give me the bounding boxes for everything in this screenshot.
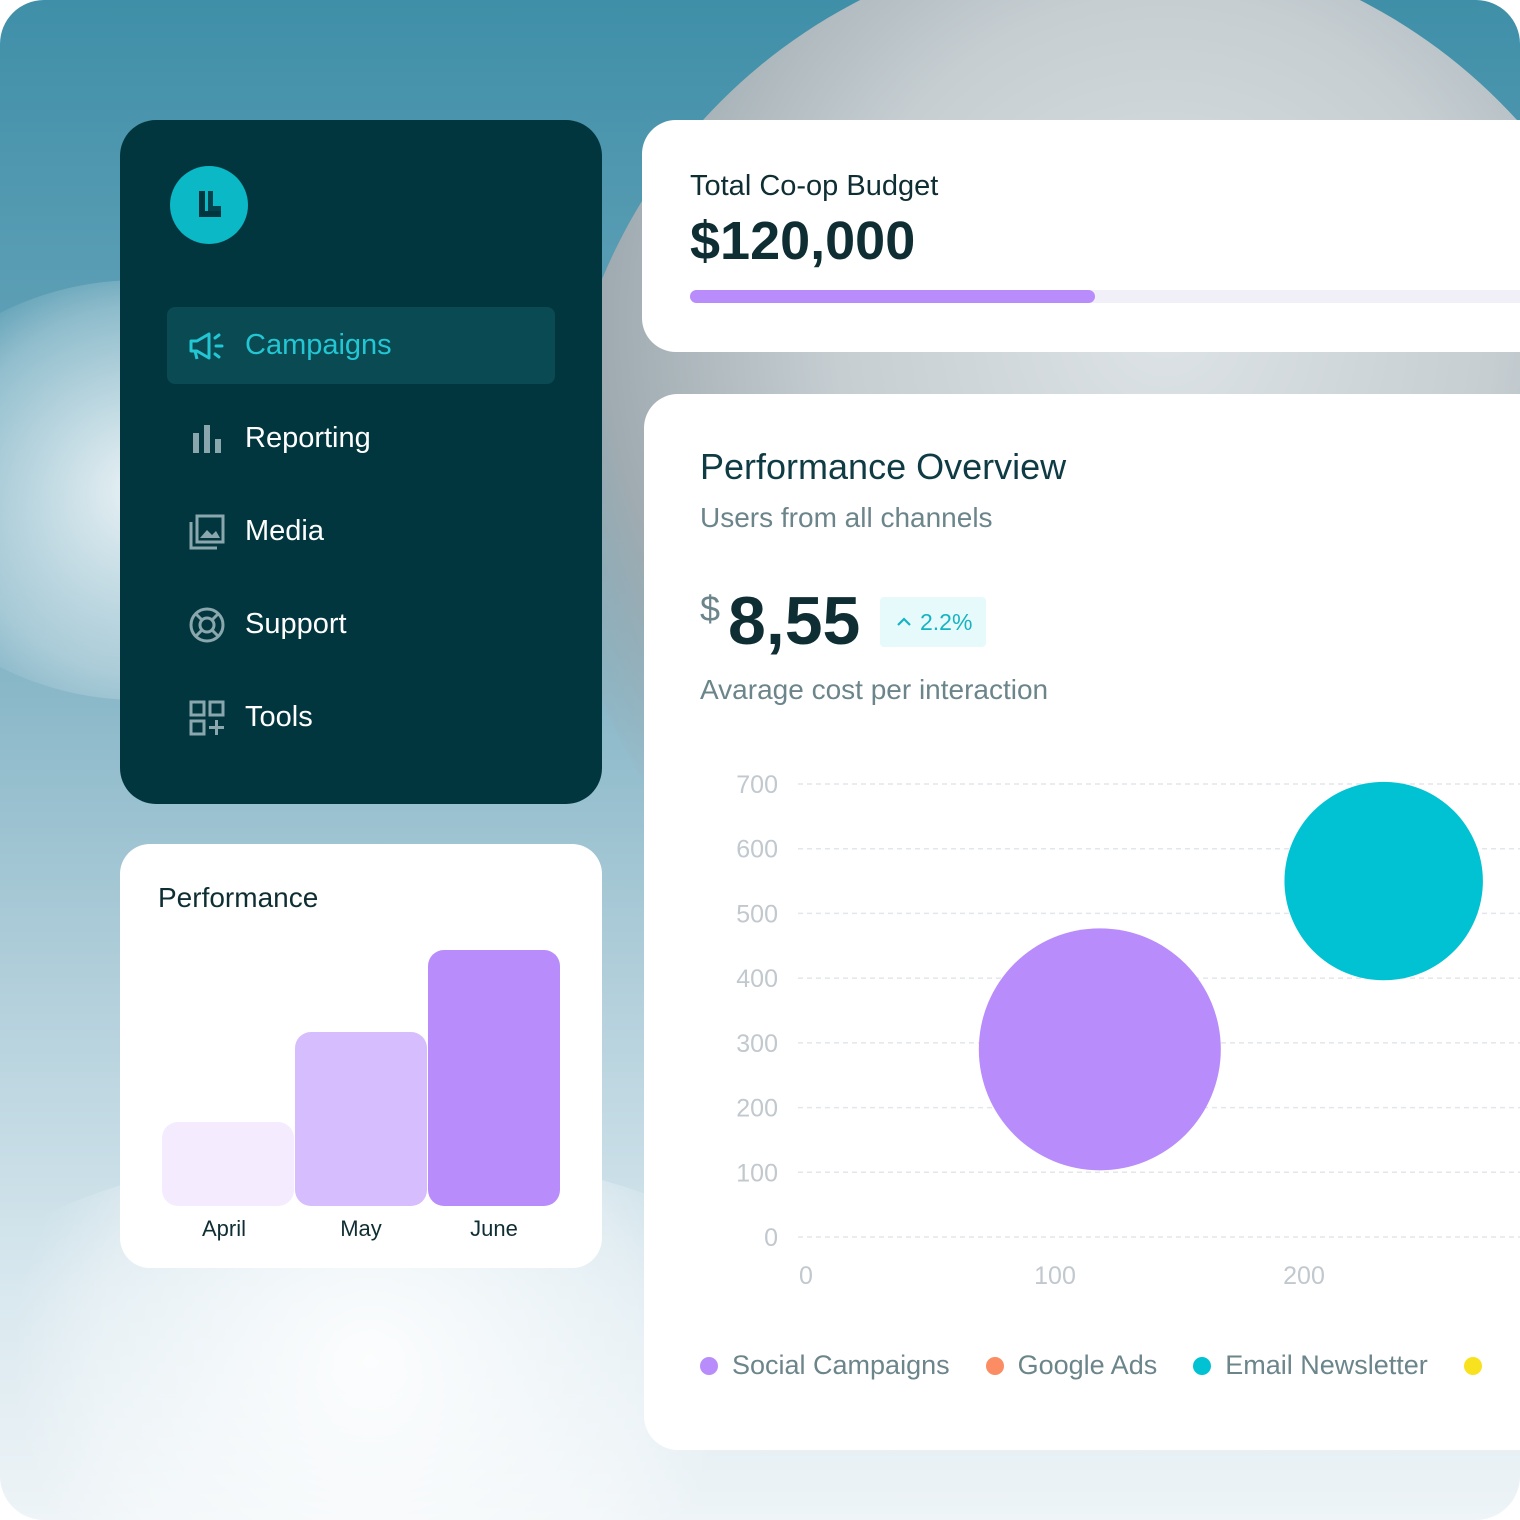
bubble-email-newsletter[interactable] <box>1284 781 1483 981</box>
legend-label: Email Newsletter <box>1225 1350 1428 1380</box>
sidebar-item-campaigns[interactable]: Campaigns <box>167 307 555 384</box>
chart-legend: Social Campaigns Google Ads Email Newslett… <box>700 1350 1520 1381</box>
currency-symbol: $ <box>700 588 721 629</box>
sidebar-item-media[interactable]: Media <box>167 493 555 570</box>
bar-label: June <box>470 1216 518 1241</box>
overview-subtitle: Users from all channels <box>700 502 993 533</box>
legend-dot <box>1463 1356 1482 1375</box>
y-tick-label: 500 <box>736 900 778 928</box>
overview-title: Performance Overview <box>700 446 1067 487</box>
sidebar-item-label: Campaigns <box>245 329 392 361</box>
y-tick-label: 200 <box>736 1095 778 1123</box>
change-badge: 2.2% <box>880 597 987 647</box>
x-tick-label: 0 <box>799 1262 813 1290</box>
bar-april <box>162 1121 294 1206</box>
bar-june <box>428 950 560 1206</box>
sidebar-item-support[interactable]: Support <box>167 586 555 663</box>
arrow-up-icon <box>897 617 911 626</box>
y-tick-label: 700 <box>736 771 778 799</box>
budget-progress-fill <box>690 290 1095 303</box>
y-tick-label: 400 <box>736 965 778 993</box>
performance-overview-card: Performance Overview Users from all chan… <box>644 394 1520 1450</box>
legend-item[interactable]: Social Campaigns <box>700 1350 950 1381</box>
legend-label: Social Campaigns <box>732 1350 950 1380</box>
sidebar-item-label: Reporting <box>245 422 371 454</box>
y-tick-label: 300 <box>736 1030 778 1058</box>
sidebar-item-tools[interactable]: Tools <box>167 679 555 756</box>
budget-title: Total Co-op Budget <box>690 170 939 202</box>
legend-item[interactable] <box>1463 1356 1496 1375</box>
legend-dot <box>985 1356 1004 1375</box>
bubble-chart: 700 600 500 400 300 200 100 00 100 200 <box>736 771 1520 1290</box>
y-tick-label: 0 <box>764 1224 778 1252</box>
y-tick-label: 600 <box>736 836 778 864</box>
background: Campaigns Reporting Media Support Tools … <box>0 0 1520 1520</box>
megaphone-icon <box>187 326 227 366</box>
metric-value: 8,55 <box>728 583 861 659</box>
legend-item[interactable]: Google Ads <box>985 1350 1158 1381</box>
budget-value: $120,000 <box>690 211 916 271</box>
sidebar-item-label: Media <box>245 515 324 547</box>
bar-may <box>295 1031 427 1206</box>
x-tick-label: 100 <box>1034 1262 1076 1290</box>
legend-dot <box>1193 1356 1212 1375</box>
sidebar-item-reporting[interactable]: Reporting <box>167 400 555 477</box>
sidebar: Campaigns Reporting Media Support Tools <box>120 120 602 804</box>
sidebar-item-label: Tools <box>245 701 313 733</box>
legend-dot <box>700 1356 718 1375</box>
grid-add-icon <box>187 698 227 738</box>
performance-title: Performance <box>158 882 319 913</box>
y-tick-label: 100 <box>736 1159 778 1187</box>
budget-card: Total Co-op Budget $120,000 <box>642 120 1520 352</box>
bubble-social-campaigns[interactable] <box>978 928 1221 1171</box>
sidebar-item-label: Support <box>245 608 347 640</box>
metric-caption: Avarage cost per interaction <box>700 674 1049 705</box>
budget-progress-bar <box>690 290 1520 303</box>
lifebuoy-icon <box>187 605 227 645</box>
bar-label: May <box>340 1216 382 1241</box>
x-tick-label: 200 <box>1283 1262 1325 1290</box>
performance-card: Performance April May June <box>120 844 602 1268</box>
legend-item[interactable]: Email Newsletter <box>1193 1350 1428 1381</box>
legend-label: Google Ads <box>1017 1350 1158 1380</box>
logo[interactable] <box>170 166 248 244</box>
logo-icon <box>199 191 221 217</box>
bar-label: April <box>201 1216 246 1241</box>
bar-chart-icon <box>187 419 227 459</box>
image-gallery-icon <box>187 512 227 552</box>
change-value: 2.2% <box>920 608 973 635</box>
